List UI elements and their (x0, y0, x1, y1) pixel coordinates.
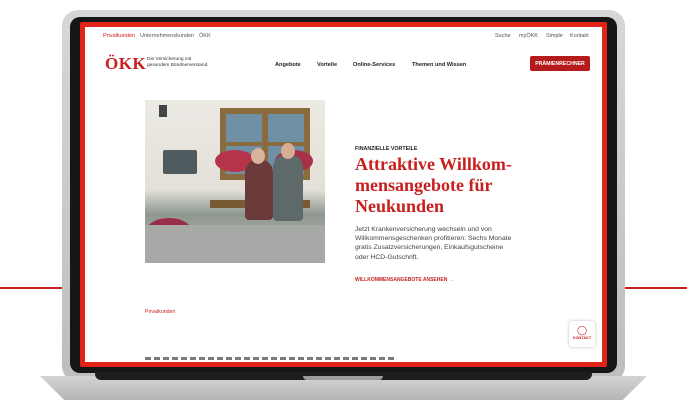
body-line: oder HCD-Gutschrift. (355, 253, 419, 261)
backdrop-line-left (0, 287, 70, 289)
woman-head (251, 148, 265, 164)
laptop-notch (303, 376, 383, 380)
top-nav: Privatkunden Unternehmenskunden ÖKK Such… (85, 27, 602, 45)
topnav-suche[interactable]: Suche (495, 33, 511, 39)
topnav-kontakt[interactable]: Kontakt (570, 33, 589, 39)
man-head (281, 143, 295, 159)
hero-eyebrow: FINANZIELLE VORTEILE (355, 146, 418, 152)
nav-vorteile[interactable]: Vorteile (317, 62, 337, 68)
blurred-content (145, 357, 395, 360)
topnav-privatkunden[interactable]: Privatkunden (103, 33, 135, 39)
praemienrechner-button[interactable]: PRÄMIENRECHNER (530, 56, 590, 71)
headline-line: mensangebote für (355, 175, 493, 195)
nav-themen-und-wissen[interactable]: Themen und Wissen (412, 62, 466, 68)
site-header: ÖKK Die Versicherung mit gesundem Bündne… (85, 45, 602, 81)
hero-headline: Attraktive Willkom- mensangebote für Neu… (355, 154, 545, 217)
topnav-unternehmenskunden[interactable]: Unternehmenskunden (140, 33, 194, 39)
nav-online-services[interactable]: Online-Services (353, 62, 395, 68)
tagline: Die Versicherung mit gesundem Bündnerver… (147, 57, 222, 69)
tagline-line-2: gesundem Bündnerverstand. (147, 63, 209, 68)
willkommensangebote-link[interactable]: WILLKOMMENSANGEBOTE ANSEHEN → (355, 277, 454, 283)
woman (245, 160, 273, 220)
website-screen: Privatkunden Unternehmenskunden ÖKK Such… (85, 27, 602, 362)
wall-lamp (159, 105, 167, 117)
topnav-oekk[interactable]: ÖKK (199, 33, 211, 39)
body-line: gratis Zusatzversicherungen, Einkaufsgut… (355, 244, 504, 252)
hero-image (145, 100, 325, 263)
body-line: Jetzt Krankenversicherung wechseln und v… (355, 226, 492, 233)
breadcrumb[interactable]: Privatkunden (145, 309, 175, 315)
topnav-simple[interactable]: Simple (546, 33, 563, 39)
mailbox (163, 150, 197, 174)
topnav-myoekk[interactable]: myÖKK (519, 33, 538, 39)
hero-body: Jetzt Krankenversicherung wechseln und v… (355, 225, 535, 262)
backdrop-line-right (617, 287, 687, 289)
person-icon: ◯ (576, 325, 588, 335)
ground (145, 225, 325, 263)
nav-angebote[interactable]: Angebote (275, 62, 301, 68)
man (273, 155, 303, 221)
kontakt-button[interactable]: ◯ KONTAKT (569, 321, 595, 347)
body-line: Willkommensgeschenken profitieren: Sechs… (355, 235, 512, 243)
window-pane (226, 114, 262, 142)
logo[interactable]: ÖKK (105, 54, 146, 74)
headline-line: Neukunden (355, 196, 445, 216)
kontakt-label: KONTAKT (572, 336, 592, 340)
headline-line: Attraktive Willkom- (355, 154, 512, 174)
window-pane (268, 114, 304, 142)
